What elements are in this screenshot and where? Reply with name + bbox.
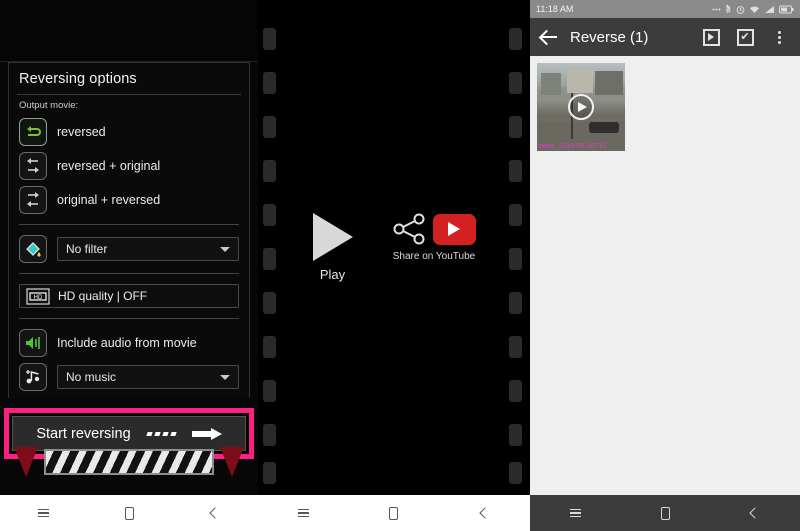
play-action[interactable]: Play [312, 213, 353, 282]
motion-dashes-icon [145, 431, 177, 436]
play-box-icon[interactable] [700, 26, 722, 48]
music-note-add-icon [19, 363, 47, 391]
option-label: reversed + original [57, 159, 161, 173]
hd-quality-row[interactable]: HD HD quality | OFF [17, 281, 241, 311]
menu-icon[interactable] [560, 502, 590, 524]
gallery-grid: video_2018-09-10T11 [530, 56, 800, 151]
reverse-then-forward-icon [19, 152, 47, 180]
filter-row[interactable]: No filter [17, 232, 241, 266]
battery-icon [779, 5, 794, 13]
back-icon[interactable] [470, 502, 500, 524]
hd-film-icon: HD [26, 287, 50, 305]
reversing-options-card: Reversing options Output movie: reversed… [8, 62, 250, 398]
film-reel-seekbar[interactable] [6, 437, 252, 487]
reel-strip[interactable] [44, 449, 214, 475]
status-icons [712, 4, 794, 14]
music-select[interactable]: No music [57, 365, 239, 389]
filter-value: No filter [66, 242, 108, 256]
share-icon [393, 213, 424, 245]
chevron-down-icon [220, 247, 230, 252]
navbar-editor [0, 495, 258, 531]
reel-left-marker-icon [14, 447, 38, 477]
alarm-icon [736, 5, 745, 14]
option-row-reversed-original[interactable]: reversed + original [17, 149, 241, 183]
home-icon[interactable] [114, 502, 144, 524]
bluetooth-icon [726, 4, 731, 14]
wifi-icon [750, 6, 759, 13]
home-icon[interactable] [379, 502, 409, 524]
player-body: Play Share on YouTube [258, 0, 530, 495]
option-label: reversed [57, 125, 106, 139]
divider [19, 224, 239, 225]
hd-quality-value: HD quality | OFF [58, 289, 148, 303]
app-bar: Reverse (1) ✔ [530, 18, 800, 56]
gallery-panel: 11:18 AM Reverse (1) ✔ video_2018-09-10T… [530, 0, 800, 531]
speaker-icon [19, 329, 47, 357]
list-item[interactable]: video_2018-09-10T11 [537, 63, 625, 151]
share-youtube-label: Share on YouTube [392, 251, 476, 262]
navbar-player [258, 495, 530, 531]
menu-icon[interactable] [288, 502, 318, 524]
reel-right-marker-icon [220, 447, 244, 477]
home-icon[interactable] [650, 502, 680, 524]
panel-title: Reversing options [17, 69, 241, 95]
loop-reverse-icon [19, 118, 47, 146]
option-row-reversed[interactable]: reversed [17, 115, 241, 149]
play-label: Play [319, 267, 346, 282]
share-youtube-action[interactable]: Share on YouTube [393, 213, 476, 262]
paint-bucket-icon [19, 235, 47, 263]
youtube-icon [432, 213, 476, 245]
signal-icon [765, 5, 774, 13]
option-label: original + reversed [57, 193, 161, 207]
back-icon[interactable] [200, 502, 230, 524]
back-arrow-icon[interactable] [540, 28, 558, 46]
editor-panel: Reversing options Output movie: reversed… [0, 0, 258, 531]
player-actions: Play Share on YouTube [258, 213, 530, 282]
music-row[interactable]: No music [17, 360, 241, 394]
editor-preview-area [0, 0, 258, 62]
option-row-original-reversed[interactable]: original + reversed [17, 183, 241, 217]
filter-select[interactable]: No filter [57, 237, 239, 261]
divider [19, 318, 239, 319]
hd-quality-box[interactable]: HD HD quality | OFF [19, 284, 239, 308]
status-bar: 11:18 AM [530, 0, 800, 18]
three-panel-screenshot: Reversing options Output movie: reversed… [0, 0, 800, 531]
divider [19, 273, 239, 274]
editor-body: Reversing options Output movie: reversed… [0, 0, 258, 495]
include-audio-label: Include audio from movie [57, 336, 197, 350]
checkbox-checked-icon[interactable]: ✔ [734, 26, 756, 48]
player-panel: Play Share on YouTube [258, 0, 530, 531]
menu-icon[interactable] [28, 502, 58, 524]
play-circle-icon[interactable] [568, 94, 594, 120]
svg-text:HD: HD [34, 295, 43, 301]
forward-then-reverse-icon [19, 186, 47, 214]
status-clock: 11:18 AM [536, 4, 574, 14]
play-icon [312, 213, 353, 261]
app-title: Reverse (1) [570, 28, 649, 46]
video-filename: video_2018-09-10T11 [538, 143, 606, 150]
chevron-down-icon [220, 375, 230, 380]
output-movie-label: Output movie: [19, 100, 79, 111]
dots-icon [712, 8, 721, 10]
include-audio-row[interactable]: Include audio from movie [17, 326, 241, 360]
music-value: No music [66, 370, 117, 384]
more-vertical-icon[interactable] [768, 26, 790, 48]
back-icon[interactable] [740, 502, 770, 524]
navbar-gallery [530, 495, 800, 531]
